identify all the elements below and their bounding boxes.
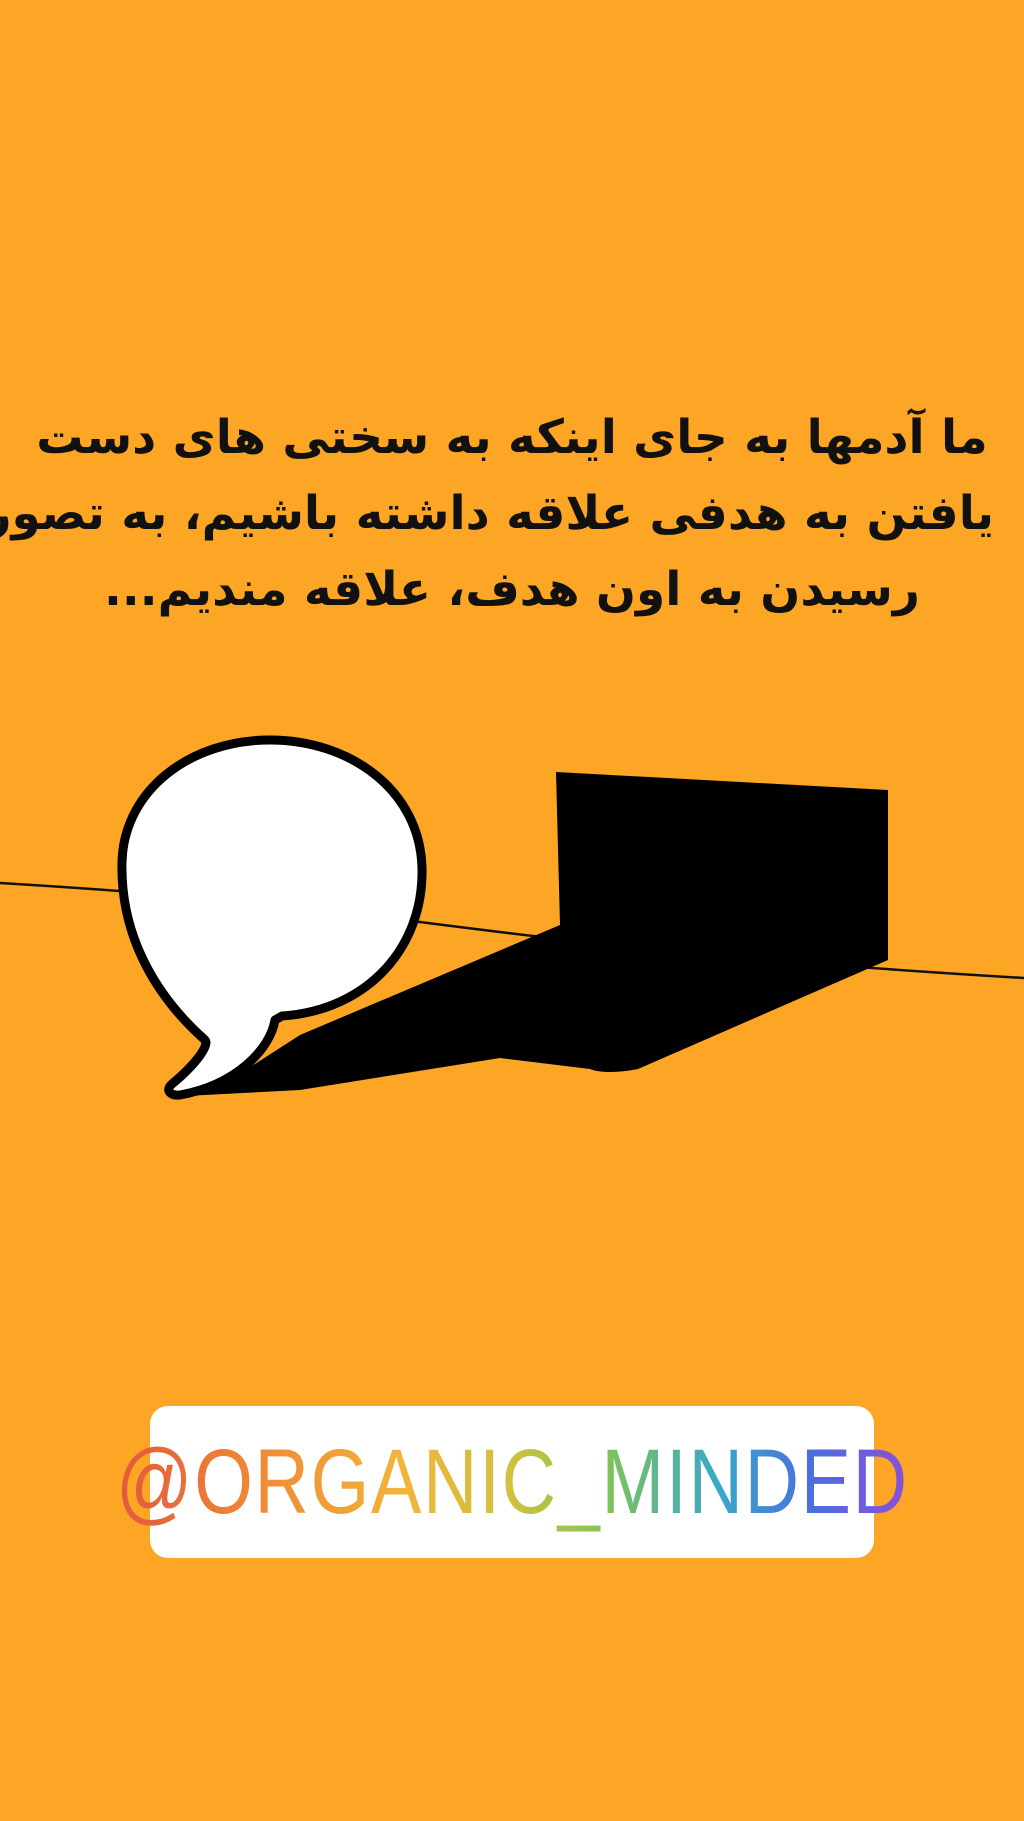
caption-line-2: یافتن به هدفی علاقه داشته باشیم، به تصور xyxy=(0,486,994,541)
mention-sticker[interactable]: @ORGANIC_MINDED xyxy=(116,1406,907,1558)
mention-username: @ORGANIC_MINDED xyxy=(115,1430,909,1533)
caption-line-3: رسیدن به اون هدف، علاقه مندیم... xyxy=(104,562,920,617)
caption-text: ما آدمها به جای اینکه به سختی های دست یا… xyxy=(0,400,994,628)
speech-bubble-shadow-illustration xyxy=(0,735,1024,1100)
caption-line-1: ما آدمها به جای اینکه به سختی های دست xyxy=(36,410,988,465)
